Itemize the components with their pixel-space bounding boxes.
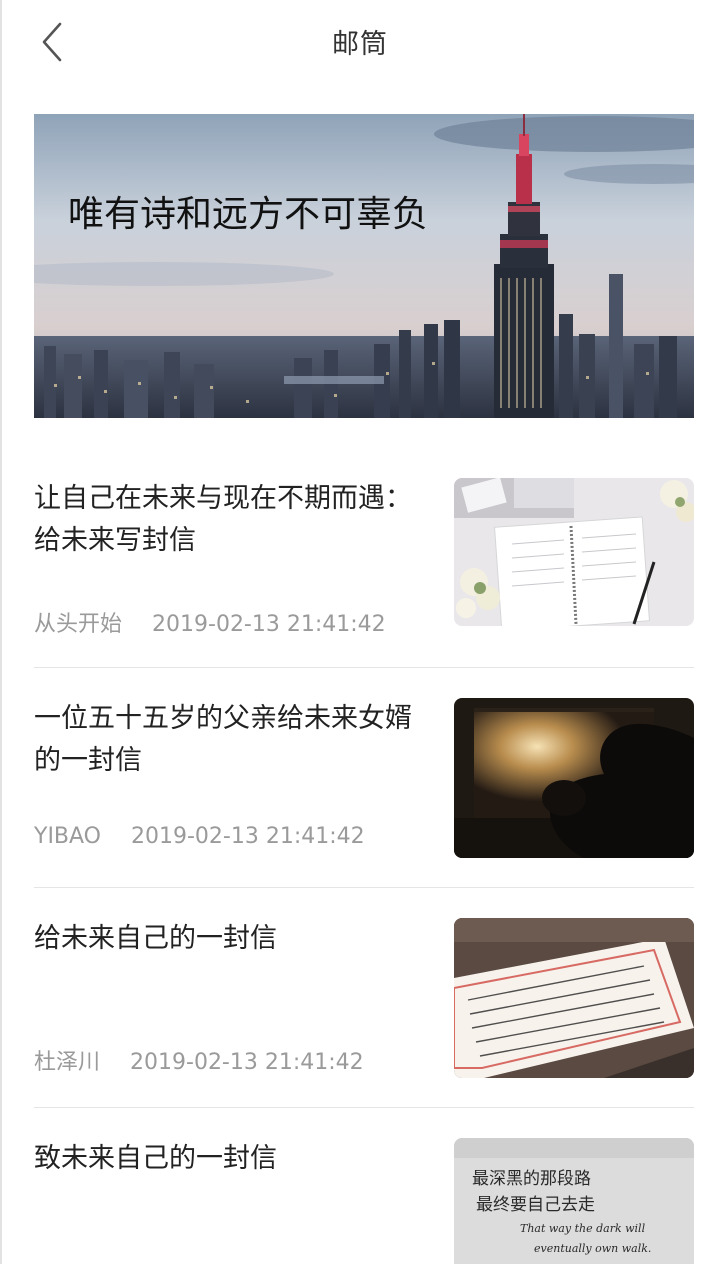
handwriting-line: 最深黑的那段路 xyxy=(472,1169,591,1189)
article-title-line1: 给未来自己的一封信 xyxy=(34,923,277,954)
article-title-line1: 一位五十五岁的父亲给未来女婿 xyxy=(34,703,412,734)
article-title-line1: 让自己在未来与现在不期而遇： xyxy=(34,483,412,514)
article-title: 让自己在未来与现在不期而遇： 给未来写封信 xyxy=(34,478,434,562)
handwriting-line: eventually own walk. xyxy=(534,1242,651,1255)
article-author: YIBAO xyxy=(34,824,101,849)
article-title-line2: 给未来写封信 xyxy=(34,525,196,556)
article-meta: 从头开始 2019-02-13 21:41:42 xyxy=(34,606,386,638)
article-item[interactable]: 让自己在未来与现在不期而遇： 给未来写封信 从头开始 2019-02-13 21:… xyxy=(34,478,694,637)
banner-image[interactable]: 唯有诗和远方不可辜负 xyxy=(34,114,694,418)
divider xyxy=(34,887,694,888)
banner-text: 唯有诗和远方不可辜负 xyxy=(68,194,428,235)
nav-bar: 邮筒 xyxy=(2,0,716,84)
article-date: 2019-02-13 21:41:42 xyxy=(130,1050,364,1075)
article-meta: YIBAO 2019-02-13 21:41:42 xyxy=(34,824,365,849)
article-item[interactable]: 给未来自己的一封信 杜泽川 2019-02-13 21:41:42 xyxy=(34,918,694,1078)
article-thumbnail xyxy=(454,918,694,1078)
handwriting-line: 最终要自己去走 xyxy=(476,1195,595,1215)
article-title: 致未来自己的一封信 xyxy=(34,1138,434,1180)
article-meta: 杜泽川 2019-02-13 21:41:42 xyxy=(34,1044,364,1076)
article-author: 从头开始 xyxy=(34,612,123,637)
article-date: 2019-02-13 21:41:42 xyxy=(152,612,386,637)
divider xyxy=(34,1107,694,1108)
article-date: 2019-02-13 21:41:42 xyxy=(131,824,365,849)
mailbox-page: 邮筒 唯有诗和远方不可辜负 让自己在未来与现在不期而遇： 给未来写封信 从头开始… xyxy=(0,0,716,1264)
article-title: 给未来自己的一封信 xyxy=(34,918,434,960)
article-author: 杜泽川 xyxy=(34,1050,101,1075)
article-title-line2: 的一封信 xyxy=(34,745,142,776)
article-item[interactable]: 致未来自己的一封信 最深黑的那段路 最终要自己去走 That way the d… xyxy=(34,1138,694,1264)
page-title: 邮筒 xyxy=(332,29,388,60)
article-title: 一位五十五岁的父亲给未来女婿 的一封信 xyxy=(34,698,434,782)
article-item[interactable]: 一位五十五岁的父亲给未来女婿 的一封信 YIBAO 2019-02-13 21:4… xyxy=(34,698,694,858)
divider xyxy=(34,667,694,668)
article-thumbnail: 最深黑的那段路 最终要自己去走 That way the dark will e… xyxy=(454,1138,694,1264)
handwriting-line: That way the dark will xyxy=(520,1222,646,1235)
article-title-line1: 致未来自己的一封信 xyxy=(34,1143,277,1174)
article-thumbnail xyxy=(454,478,694,626)
article-thumbnail xyxy=(454,698,694,858)
